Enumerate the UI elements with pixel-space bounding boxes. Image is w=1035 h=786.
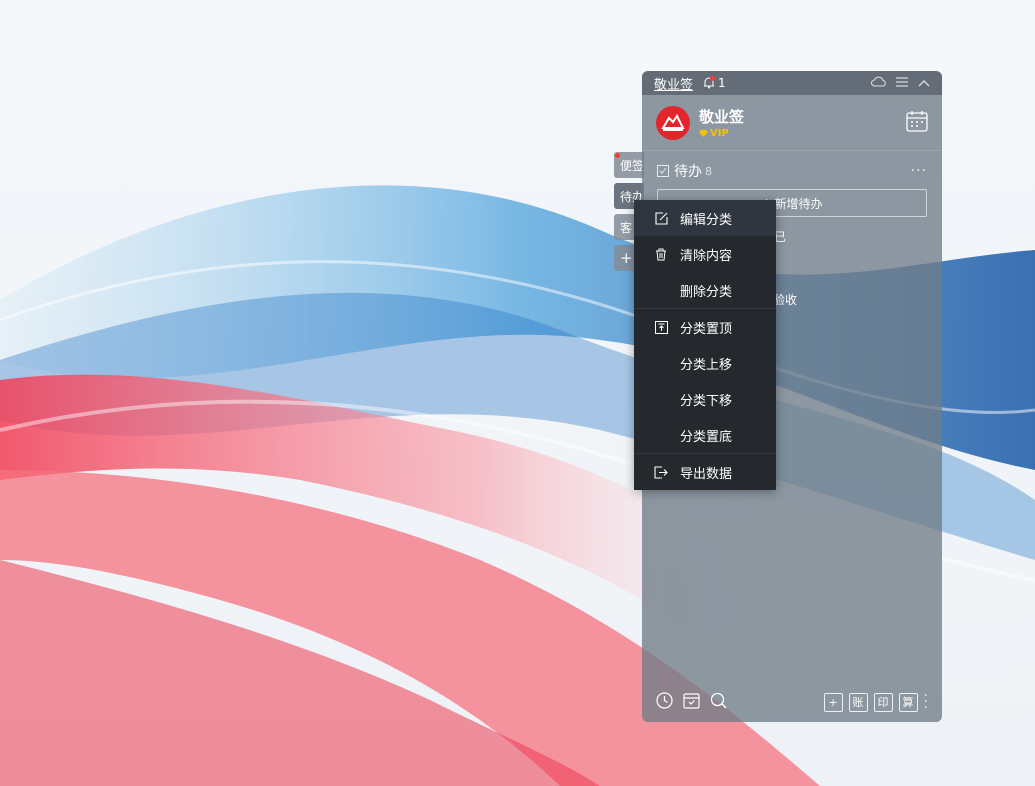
vip-label: VIP bbox=[710, 128, 729, 139]
menu-item-edit-category[interactable]: 编辑分类 bbox=[634, 200, 776, 236]
menu-item-move-down[interactable]: 分类下移 bbox=[634, 381, 776, 417]
avatar[interactable] bbox=[656, 105, 690, 140]
calculator-button[interactable]: 算 bbox=[898, 692, 918, 712]
panel-footer: + 账 印 算 · · · bbox=[642, 682, 942, 722]
menu-item-label: 分类置顶 bbox=[680, 321, 733, 337]
menu-item-label: 分类下移 bbox=[680, 393, 733, 409]
menu-item-label: 分类上移 bbox=[680, 357, 733, 373]
menu-item-label: 分类置底 bbox=[680, 429, 733, 445]
menu-item-export-data[interactable]: 导出数据 bbox=[634, 453, 776, 490]
menu-item-pin-top[interactable]: 分类置顶 bbox=[634, 308, 776, 345]
menu-item-clear-content[interactable]: 清除内容 bbox=[634, 236, 776, 272]
app-title[interactable]: 敬业签 bbox=[654, 74, 693, 93]
print-button[interactable]: 印 bbox=[873, 692, 893, 712]
tab-notes[interactable]: 便签 bbox=[614, 152, 644, 178]
todo-count: 8 bbox=[705, 164, 712, 178]
tab-label: + bbox=[620, 249, 633, 267]
menu-item-label: 编辑分类 bbox=[680, 212, 733, 228]
menu-item-move-up[interactable]: 分类上移 bbox=[634, 345, 776, 381]
todo-header: 待办 8 ··· bbox=[642, 151, 942, 181]
export-icon bbox=[654, 465, 668, 479]
menu-icon[interactable] bbox=[896, 76, 908, 91]
menu-item-delete-category[interactable]: 删除分类 bbox=[634, 272, 776, 308]
search-icon[interactable] bbox=[710, 692, 727, 713]
menu-item-label: 删除分类 bbox=[680, 284, 733, 300]
menu-item-label: 导出数据 bbox=[680, 466, 733, 482]
tab-label: 便签 bbox=[620, 158, 644, 173]
menu-item-pin-bottom[interactable]: 分类置底 bbox=[634, 417, 776, 453]
pin-top-icon bbox=[654, 320, 668, 334]
bell-icon[interactable] bbox=[703, 76, 716, 89]
vip-badge: VIP bbox=[699, 128, 744, 139]
edit-icon bbox=[654, 211, 668, 225]
checkbox-icon bbox=[657, 165, 669, 177]
more-vertical-icon[interactable]: · · · bbox=[924, 689, 928, 715]
diamond-icon bbox=[699, 130, 708, 137]
add-button[interactable]: + bbox=[823, 692, 843, 712]
tab-label: 客 bbox=[620, 220, 633, 235]
todo-title: 待办 bbox=[674, 164, 702, 180]
cloud-sync-icon[interactable] bbox=[871, 76, 886, 91]
category-context-menu: 编辑分类 清除内容 删除分类 分类置顶 分类上移 分类下移 分类置底 导出数据 bbox=[634, 200, 776, 490]
ledger-button[interactable]: 账 bbox=[848, 692, 868, 712]
notification-dot bbox=[710, 76, 716, 81]
menu-item-label: 清除内容 bbox=[680, 248, 733, 264]
todo-item-text: 验收 bbox=[773, 293, 798, 307]
todo-item[interactable]: 验收 bbox=[773, 291, 797, 308]
calendar-icon[interactable] bbox=[906, 110, 928, 136]
trash-icon bbox=[654, 247, 668, 261]
user-name: 敬业签 bbox=[699, 108, 745, 126]
unread-dot bbox=[615, 153, 620, 158]
new-todo-label: 新增待办 bbox=[774, 196, 823, 211]
notification-count: 1 bbox=[718, 76, 726, 90]
collapse-icon[interactable] bbox=[918, 76, 930, 91]
profile-header: 敬业签 VIP bbox=[642, 95, 942, 151]
more-options-button[interactable]: ··· bbox=[911, 163, 927, 179]
history-icon[interactable] bbox=[656, 691, 673, 713]
title-bar[interactable]: 敬业签 1 bbox=[642, 71, 942, 95]
archive-icon[interactable] bbox=[683, 692, 700, 713]
